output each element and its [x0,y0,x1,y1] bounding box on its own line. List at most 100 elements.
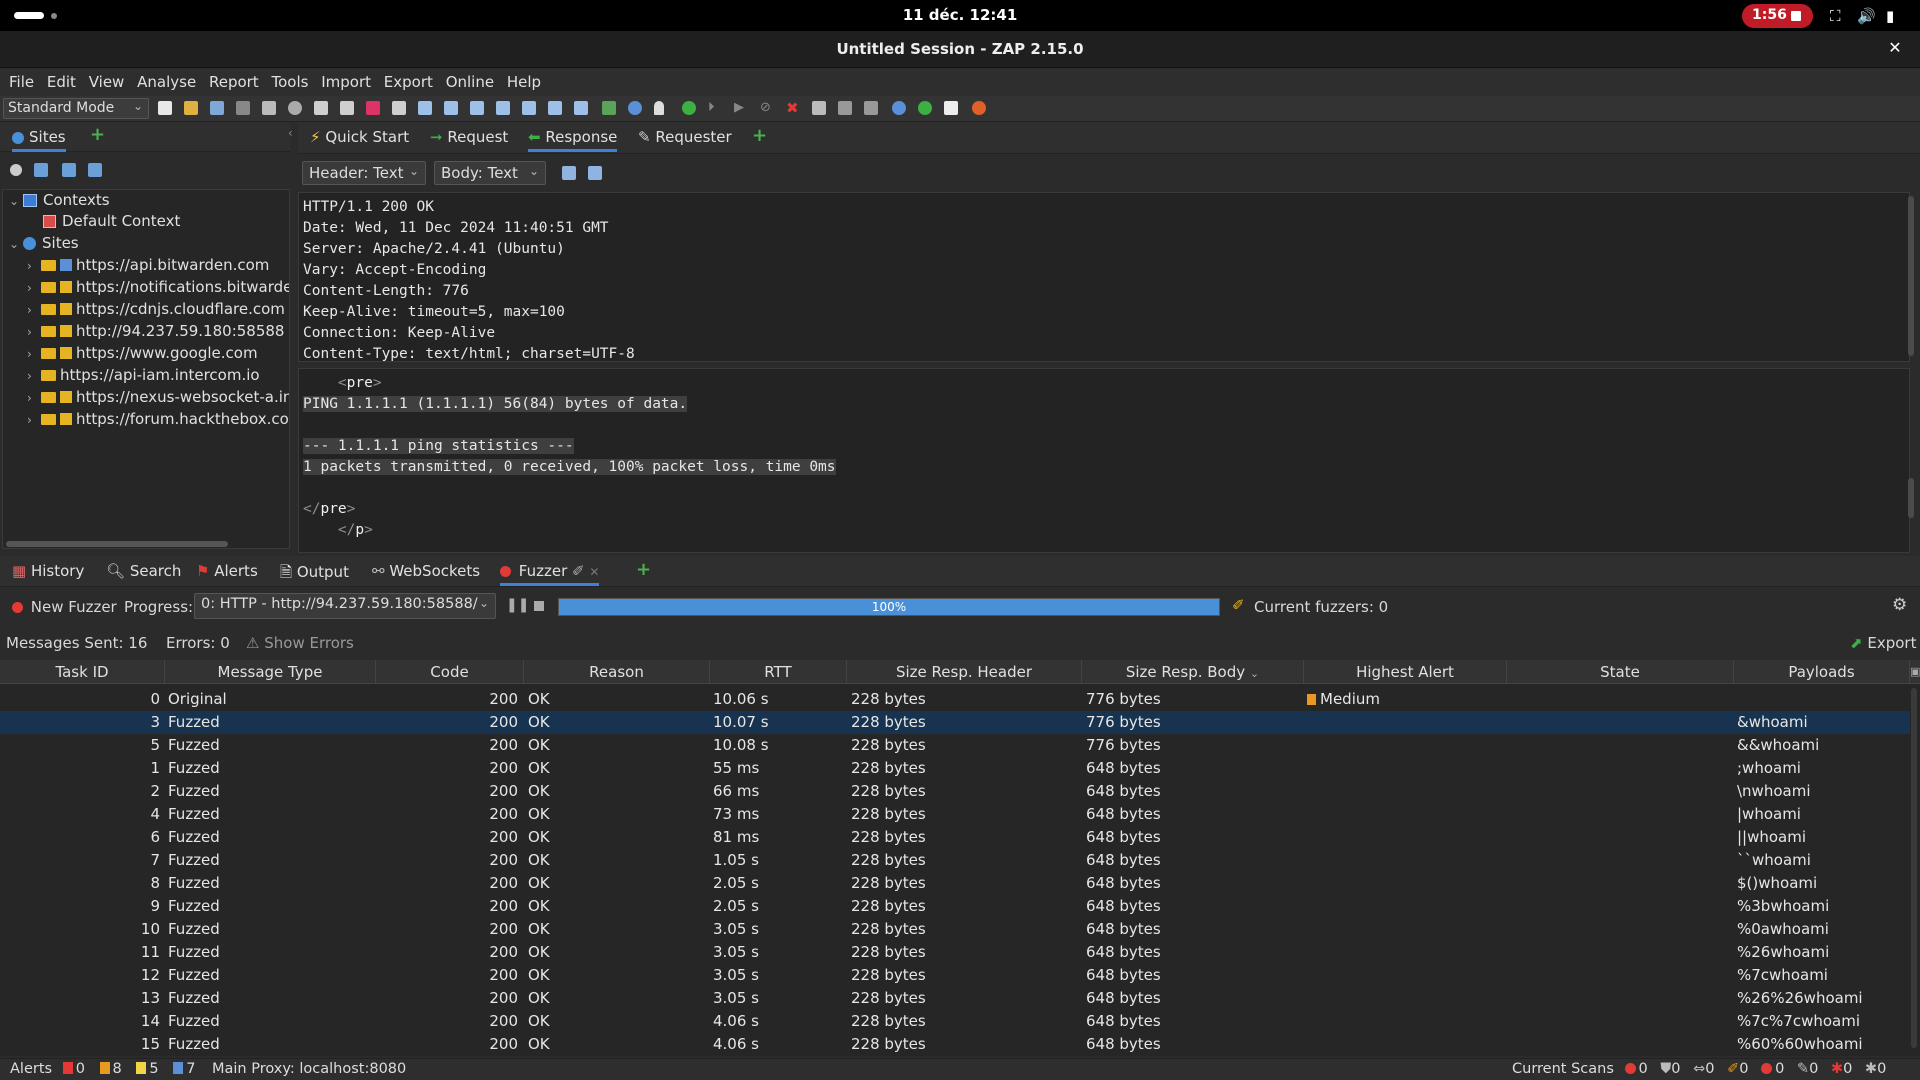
tab-request[interactable]: ➞ Request [430,128,508,146]
add-tab-icon[interactable]: + [752,125,767,146]
new-session-icon[interactable] [158,101,172,115]
table-row[interactable]: 5 Fuzzed 200 OK 10.08 s 228 bytes 776 bytes &&w… [0,734,1910,757]
table-row[interactable]: 8 Fuzzed 200 OK 2.05 s 228 bytes 648 bytes $()w… [0,872,1910,895]
layout-icon-9[interactable] [522,101,536,115]
table-row[interactable]: 13 Fuzzed 200 OK 3.05 s 228 bytes 648 bytes %26… [0,987,1910,1010]
tab-websockets[interactable]: ⚯ WebSockets [372,562,480,580]
column-header-task-id[interactable]: Task ID [0,660,165,684]
chevron-right-icon[interactable]: › [27,281,41,295]
split-horizontal-icon[interactable] [562,166,576,180]
volume-icon[interactable]: 🔊 [1857,7,1876,25]
response-body-pane[interactable]: <pre> PING 1.1.1.1 (1.1.1.1) 56(84) bytes… [298,368,1910,553]
column-header-payloads[interactable]: Payloads [1734,660,1910,684]
header-scrollbar[interactable] [1908,196,1914,356]
table-row[interactable]: 11 Fuzzed 200 OK 3.05 s 228 bytes 648 bytes %26… [0,941,1910,964]
table-row[interactable]: 1 Fuzzed 200 OK 55 ms 228 bytes 648 bytes ;whoa… [0,757,1910,780]
table-scrollbar[interactable] [1911,688,1917,1048]
screen-recording-indicator[interactable]: 1:56 [1742,4,1813,28]
window-close-icon[interactable]: ✕ [1884,38,1906,60]
body-view-select[interactable]: Body: Text ⌄ [434,161,546,185]
column-header-size-resp-header[interactable]: Size Resp. Header [847,660,1082,684]
target-icon[interactable] [10,164,22,176]
stop-icon[interactable] [534,601,544,611]
table-row[interactable]: 6 Fuzzed 200 OK 81 ms 228 bytes 648 bytes ||who… [0,826,1910,849]
column-header-code[interactable]: Code [376,660,524,684]
export-button[interactable]: ⬈ Export [1850,634,1916,652]
chevron-right-icon[interactable]: › [27,413,41,427]
response-header-pane[interactable]: HTTP/1.1 200 OK Date: Wed, 11 Dec 2024 11… [298,192,1910,362]
snapshot-icon[interactable] [236,101,250,115]
close-tab-icon[interactable]: ✕ [589,565,599,579]
open-session-icon[interactable] [184,101,198,115]
tree-sites[interactable]: ⌄ Sites [9,234,79,256]
layout-icon-6[interactable] [444,101,458,115]
export-context-icon[interactable] [88,163,102,177]
tree-site[interactable]: › https://cdnjs.cloudflare.com [27,300,285,322]
tree-site[interactable]: › https://nexus-websocket-a.int [27,388,289,410]
layout-icon-1[interactable] [314,101,328,115]
pin-icon[interactable]: ✐ [572,562,585,580]
tree-site[interactable]: › https://api-iam.intercom.io [27,366,260,388]
system-clock[interactable]: 11 déc. 12:41 [0,6,1920,24]
keyboard-icon[interactable] [864,101,878,115]
chevron-right-icon[interactable]: › [27,303,41,317]
manual-request-icon[interactable] [812,101,826,115]
firefox-icon[interactable] [972,101,986,115]
step-icon[interactable]: ⏵ [708,101,722,115]
mode-select[interactable]: Standard Mode ⌄ [3,98,149,119]
menu-online[interactable]: Online [446,68,494,91]
menu-tools[interactable]: Tools [271,68,308,91]
menu-analyse[interactable]: Analyse [137,68,196,91]
tree-default-context[interactable]: Default Context [43,212,180,234]
tree-site[interactable]: › https://www.google.com [27,344,258,366]
tab-response[interactable]: ⬅ Response [528,128,618,152]
progress-fuzzer-select[interactable]: 0: HTTP - http://94.237.59.180:58588/⌄ [194,593,496,619]
stop-icon[interactable]: ✖ [786,101,800,116]
column-header-reason[interactable]: Reason [524,660,710,684]
add-tab-icon[interactable]: + [636,559,651,580]
table-row[interactable]: 12 Fuzzed 200 OK 3.05 s 228 bytes 648 bytes %7c… [0,964,1910,987]
scan-policy-icon[interactable] [602,101,616,115]
notes-icon[interactable] [944,101,958,115]
chevron-right-icon[interactable]: › [27,369,41,383]
tree-site[interactable]: › https://forum.hackthebox.cor [27,410,289,432]
tab-alerts[interactable]: ⚑ Alerts [196,562,258,580]
header-view-select[interactable]: Header: Text ⌄ [302,161,426,185]
chevron-right-icon[interactable]: › [27,259,41,273]
column-header-highest-alert[interactable]: Highest Alert [1304,660,1507,684]
new-context-icon[interactable] [34,163,48,177]
tab-sites[interactable]: Sites [12,128,66,152]
folder-icon[interactable] [838,101,852,115]
menu-export[interactable]: Export [384,68,433,91]
column-header-message-type[interactable]: Message Type [165,660,376,684]
network-icon[interactable]: ⛶ [1830,7,1841,25]
layout-icon-8[interactable] [496,101,510,115]
table-row[interactable]: 0 Original 200 OK 10.06 s 228 bytes 776 bytes M… [0,688,1910,711]
show-errors-button[interactable]: ⚠ Show Errors [246,634,354,652]
new-fuzzer-button[interactable]: New Fuzzer [12,598,117,616]
column-header-rtt[interactable]: RTT [710,660,847,684]
chevron-right-icon[interactable]: › [27,325,41,339]
layout-icon-2[interactable] [340,101,354,115]
hud-icon[interactable] [918,101,932,115]
tree-site[interactable]: › https://api.bitwarden.com [27,256,269,278]
drop-icon[interactable]: ⊘ [760,101,774,115]
save-session-icon[interactable] [210,101,224,115]
tab-fuzzer[interactable]: Fuzzer ✐ ✕ [500,562,600,586]
table-row[interactable]: 10 Fuzzed 200 OK 3.05 s 228 bytes 648 bytes %0a… [0,918,1910,941]
layout-icon-3[interactable] [366,101,380,115]
menu-help[interactable]: Help [507,68,541,91]
layout-icon-10[interactable] [548,101,562,115]
tree-horizontal-scrollbar[interactable] [6,541,228,547]
layout-icon-5[interactable] [418,101,432,115]
column-header-state[interactable]: State [1507,660,1734,684]
table-row[interactable]: 3 Fuzzed 200 OK 10.07 s 228 bytes 776 bytes &wh… [0,711,1910,734]
import-context-icon[interactable] [62,163,76,177]
table-row[interactable]: 4 Fuzzed 200 OK 73 ms 228 bytes 648 bytes |whoa… [0,803,1910,826]
globe-icon[interactable] [628,101,642,115]
layout-icon-7[interactable] [470,101,484,115]
table-row[interactable]: 15 Fuzzed 200 OK 4.06 s 228 bytes 648 bytes %60… [0,1033,1910,1056]
break-icon[interactable] [682,101,696,115]
tab-quick-start[interactable]: ⚡ Quick Start [310,128,409,146]
battery-icon[interactable]: ▮ [1886,7,1894,25]
